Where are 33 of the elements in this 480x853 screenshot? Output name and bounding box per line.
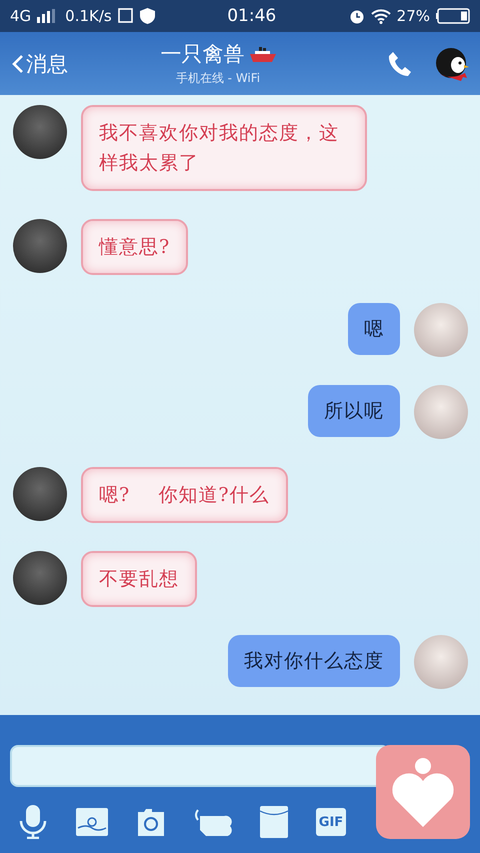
wifi-icon	[370, 8, 391, 24]
clock-label: 01:46	[227, 6, 276, 26]
message-bubble: 我对你什么态度	[228, 635, 400, 687]
back-button[interactable]: 消息	[12, 50, 68, 78]
message-bubble: 嗯? 你知道?什么	[81, 467, 288, 523]
camera-icon[interactable]	[136, 808, 166, 836]
storage-icon	[118, 8, 134, 24]
ship-icon	[250, 46, 276, 62]
message-bubble: 所以呢	[308, 385, 400, 437]
gif-button[interactable]: GIF	[316, 808, 346, 836]
pointing-hand-icon[interactable]	[194, 808, 232, 836]
picture-icon[interactable]	[76, 808, 108, 836]
network-label: 4G	[10, 7, 32, 25]
envelope-icon[interactable]	[260, 806, 288, 838]
avatar-placeholder[interactable]	[13, 467, 67, 521]
back-chevron-icon	[12, 54, 24, 74]
message-bubble: 懂意思?	[81, 219, 188, 275]
battery-icon	[436, 8, 470, 24]
message-bubble: 我不喜欢你对我的态度，这样我太累了	[81, 105, 367, 191]
avatar-placeholder[interactable]	[13, 219, 67, 273]
avatar-placeholder[interactable]	[13, 551, 67, 605]
battery-label: 27%	[396, 7, 430, 25]
shield-icon	[140, 8, 155, 24]
speed-label: 0.1K/s	[65, 7, 112, 25]
message-bubble: 不要乱想	[81, 551, 197, 607]
microphone-icon[interactable]	[18, 805, 48, 839]
penguin-avatar-icon[interactable]	[434, 46, 470, 82]
online-status: 手机在线 - WiFi	[176, 70, 260, 87]
contact-name: 一只禽兽	[160, 41, 244, 68]
message-bubble: 嗯	[348, 303, 400, 355]
alarm-icon	[348, 8, 365, 24]
phone-icon[interactable]	[388, 50, 412, 76]
avatar-placeholder[interactable]	[13, 105, 67, 159]
